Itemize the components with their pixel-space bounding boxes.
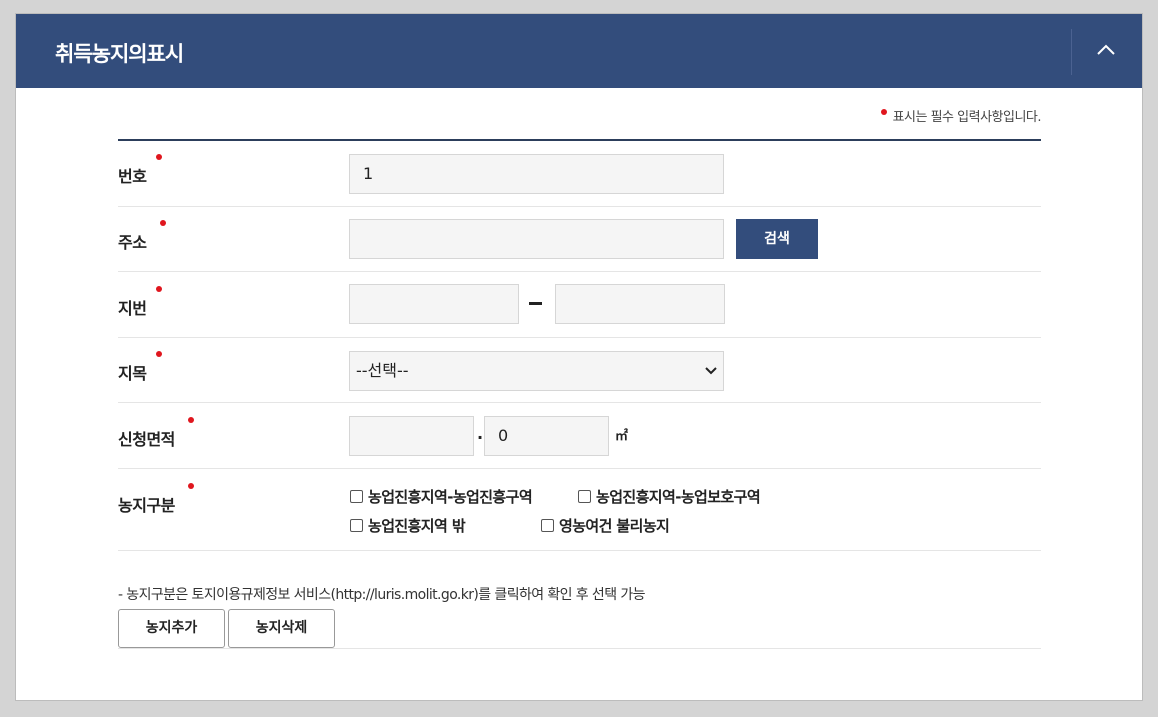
lot-main-input[interactable] xyxy=(349,284,519,324)
land-category-label: 지목 xyxy=(118,351,162,384)
farm-type-option-protection-zone[interactable]: 농업진흥지역-농업보호구역 xyxy=(578,486,761,507)
row-area: 신청면적 . 0 ㎡ xyxy=(118,403,1041,469)
delete-farmland-button[interactable]: 농지삭제 xyxy=(228,609,335,648)
collapse-button[interactable] xyxy=(1072,14,1142,88)
farm-type-option-outside[interactable]: 농업진흥지역 밖 xyxy=(350,515,466,536)
checkbox[interactable] xyxy=(350,519,363,532)
lot-dash xyxy=(529,302,542,305)
farm-type-option-label: 농업진흥지역 밖 xyxy=(368,517,466,535)
address-input[interactable] xyxy=(349,219,724,259)
form-bottom-line xyxy=(118,648,1041,649)
row-number: 번호 1 xyxy=(118,141,1041,207)
farm-type-option-label: 농업진흥지역-농업진흥구역 xyxy=(368,488,533,506)
required-dot xyxy=(156,154,162,160)
farm-type-option-label: 농업진흥지역-농업보호구역 xyxy=(596,488,761,506)
land-category-label-text: 지목 xyxy=(118,364,147,383)
required-dot xyxy=(156,351,162,357)
area-label-text: 신청면적 xyxy=(118,430,175,449)
area-decimal-input[interactable]: 0 xyxy=(484,416,609,456)
chevron-down-icon xyxy=(705,367,717,375)
required-dot xyxy=(188,483,194,489)
row-address: 주소 검색 xyxy=(118,207,1041,272)
lot-label: 지번 xyxy=(118,286,162,319)
lot-label-text: 지번 xyxy=(118,299,147,318)
farmland-panel: 취득농지의표시 표시는 필수 입력사항입니다. 번호 1 주소 검색 지번 지목… xyxy=(15,13,1143,701)
required-note: 표시는 필수 입력사항입니다. xyxy=(880,106,1042,125)
lot-sub-input[interactable] xyxy=(555,284,725,324)
panel-title: 취득농지의표시 xyxy=(55,42,184,66)
row-farm-type: 농지구분 농업진흥지역-농업진흥구역 농업진흥지역-농업보호구역 농업진흥지역 … xyxy=(118,469,1041,551)
row-land-category: 지목 --선택-- xyxy=(118,338,1041,403)
land-category-select[interactable]: --선택-- xyxy=(349,351,724,391)
number-input[interactable]: 1 xyxy=(349,154,724,194)
farm-type-notice: - 농지구분은 토지이용규제정보 서비스(http://luris.molit.… xyxy=(118,587,646,603)
farm-type-option-label: 영농여건 불리농지 xyxy=(559,517,670,535)
land-category-selected: --선택-- xyxy=(356,361,409,380)
area-integer-input[interactable] xyxy=(349,416,474,456)
farm-type-option-promotion-zone[interactable]: 농업진흥지역-농업진흥구역 xyxy=(350,486,533,507)
area-label: 신청면적 xyxy=(118,417,194,450)
checkbox[interactable] xyxy=(350,490,363,503)
address-label-text: 주소 xyxy=(118,233,147,252)
address-label: 주소 xyxy=(118,220,166,253)
required-dot xyxy=(880,109,887,115)
required-dot xyxy=(188,417,194,423)
checkbox[interactable] xyxy=(578,490,591,503)
farm-type-label: 농지구분 xyxy=(118,483,194,516)
address-search-button[interactable]: 검색 xyxy=(736,219,818,259)
required-dot xyxy=(160,220,166,226)
number-label-text: 번호 xyxy=(118,167,147,186)
required-note-text: 표시는 필수 입력사항입니다. xyxy=(892,110,1042,125)
chevron-up-icon xyxy=(1097,44,1115,55)
area-decimal-separator: . xyxy=(477,424,484,443)
farm-type-label-text: 농지구분 xyxy=(118,496,175,515)
checkbox[interactable] xyxy=(541,519,554,532)
row-lot: 지번 xyxy=(118,272,1041,338)
required-dot xyxy=(156,286,162,292)
add-farmland-button[interactable]: 농지추가 xyxy=(118,609,225,648)
area-unit: ㎡ xyxy=(615,429,629,444)
number-label: 번호 xyxy=(118,154,162,187)
farm-type-option-disadvantaged[interactable]: 영농여건 불리농지 xyxy=(541,515,670,536)
panel-header: 취득농지의표시 xyxy=(16,14,1142,88)
